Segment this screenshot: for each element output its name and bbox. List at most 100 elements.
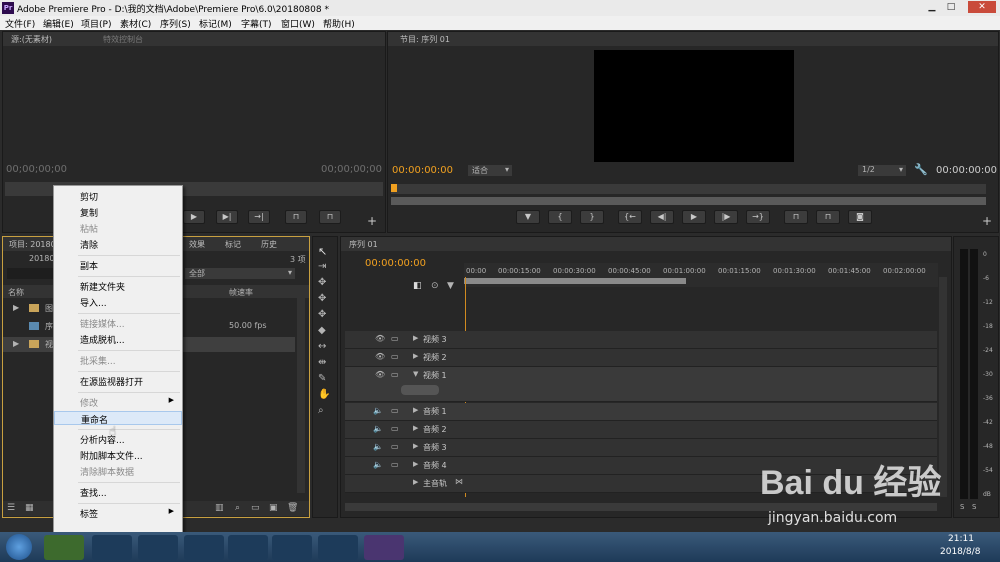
track-video-1[interactable]: 👁 ▭ ▼ 视频 1 [345,367,937,402]
filter-dropdown[interactable]: 全部 ▾ [185,268,295,279]
lock-icon[interactable]: ▭ [391,370,399,379]
taskbar-folder-icon[interactable] [228,535,268,560]
start-button[interactable] [6,534,32,560]
context-menu-item[interactable]: 副本 [54,258,182,272]
tab-source[interactable]: 源:(无素材) [11,34,52,45]
pen-icon[interactable]: ✎ [318,373,326,384]
taskbar-firefox-icon[interactable] [184,535,224,560]
selection-tool-icon[interactable]: ↖ [318,245,327,258]
speaker-icon[interactable]: 🔈 [373,406,383,415]
tab-effect-controls[interactable]: 特效控制台 [103,34,143,45]
lock-icon[interactable]: ▭ [391,352,399,361]
context-menu-item[interactable]: 清除脚本数据 [54,464,182,478]
add-button-icon[interactable]: + [982,214,992,228]
collapse-arrow-icon[interactable]: ▼ [413,370,418,378]
eye-icon[interactable]: 👁 [375,352,385,361]
taskbar-app-icon[interactable] [272,535,312,560]
context-menu-item[interactable]: 链接媒体... [54,316,182,330]
context-menu-item[interactable]: 复制 [54,205,182,219]
play-icon[interactable]: ▶ [682,210,706,224]
menu-help[interactable]: 帮助(H) [323,17,355,30]
menu-clip[interactable]: 素材(C) [120,17,151,30]
tab-project[interactable]: 项目: 20180 [9,239,56,250]
go-to-out-icon[interactable]: →| [248,210,270,224]
razor-icon[interactable]: ◆ [318,325,326,336]
lift-icon[interactable]: ⊓ [784,210,808,224]
expand-arrow-icon[interactable]: ▶ [413,478,418,486]
new-bin-icon[interactable]: ▭ [251,503,260,513]
taskbar-media-icon[interactable] [138,535,178,560]
extract-icon[interactable]: ⊓ [816,210,840,224]
rolling-edit-icon[interactable]: ✥ [318,293,326,304]
lock-icon[interactable]: ▭ [391,442,399,451]
slide-icon[interactable]: ⇹ [318,357,326,368]
solo-right-button[interactable]: S [972,503,976,511]
list-view-icon[interactable]: ☰ [7,503,15,513]
add-marker-icon[interactable]: ▼ [447,281,454,291]
expand-arrow-icon[interactable]: ▶ [413,442,418,450]
context-menu-item[interactable]: 标签 ▶ [54,506,182,520]
lock-icon[interactable]: ▭ [391,424,399,433]
solo-left-button[interactable]: S [960,503,964,511]
lock-icon[interactable]: ▭ [391,406,399,415]
marker-icon[interactable]: ⊙ [431,281,439,291]
menu-project[interactable]: 项目(P) [81,17,111,30]
context-menu-item[interactable]: 导入... [54,295,182,309]
context-menu-item[interactable]: 重命名 [54,411,182,426]
speaker-icon[interactable]: 🔈 [373,442,383,451]
expand-arrow-icon[interactable]: ▶ [413,406,418,414]
context-menu-item[interactable]: 清除 [54,237,182,251]
track-video-3[interactable]: 👁 ▭ ▶ 视频 3 [345,331,937,349]
column-name[interactable]: 名称 [8,287,24,298]
menu-file[interactable]: 文件(F) [5,17,35,30]
program-timecode-left[interactable]: 00:00:00:00 [392,165,453,176]
tab-sequence[interactable]: 序列 01 [349,239,378,250]
fit-dropdown[interactable]: 适合 ▾ [468,165,512,176]
expand-arrow-icon[interactable]: ▶ [413,352,418,360]
lock-icon[interactable]: ▭ [391,460,399,469]
context-menu-item[interactable]: 修改 ▶ [54,395,182,409]
track-audio-2[interactable]: 🔈 ▭ ▶ 音频 2 [345,421,937,439]
expand-arrow-icon[interactable]: ▶ [413,460,418,468]
wrench-icon[interactable]: 🔧 [914,163,928,176]
add-button-icon[interactable]: + [367,214,377,228]
snap-icon[interactable]: ◧ [413,281,422,291]
insert-icon[interactable]: ⊓ [285,210,307,224]
overlay-icon[interactable]: ⊓ [319,210,341,224]
timeline-timecode[interactable]: 00:00:00:00 [365,258,426,269]
mark-in-icon[interactable]: { [548,210,572,224]
playhead-marker[interactable] [391,184,397,192]
context-menu-item[interactable]: 附加脚本文件... [54,448,182,462]
rate-stretch-icon[interactable]: ✥ [318,309,326,320]
find-icon[interactable]: ⌕ [235,503,240,513]
track-video-2[interactable]: 👁 ▭ ▶ 视频 2 [345,349,937,367]
tab-markers[interactable]: 标记 [225,239,241,250]
taskbar-premiere-icon[interactable] [364,535,404,560]
expand-arrow-icon[interactable]: ▶ [13,339,19,348]
resolution-dropdown[interactable]: 1/2 ▾ [858,165,906,176]
taskbar-record-icon[interactable] [318,535,358,560]
expand-arrow-icon[interactable]: ▶ [413,334,418,342]
context-menu-item[interactable]: 查找... [54,485,182,499]
eye-icon[interactable]: 👁 [375,370,385,379]
close-button[interactable]: ✕ [968,1,996,13]
expand-arrow-icon[interactable]: ▶ [413,424,418,432]
go-to-in-icon[interactable]: {← [618,210,642,224]
minimize-button[interactable]: ▁ [925,1,939,13]
context-menu-item[interactable]: 批采集... [54,353,182,367]
taskbar-qq-icon[interactable] [92,535,132,560]
lock-icon[interactable]: ▭ [391,334,399,343]
search-input[interactable] [7,268,57,279]
marker-icon[interactable]: ▼ [516,210,540,224]
context-menu-item[interactable]: 在源监视器打开 [54,374,182,388]
hand-icon[interactable]: ✋ [318,389,330,400]
program-time-ruler[interactable] [391,184,986,194]
context-menu-item[interactable]: 造成脱机... [54,332,182,346]
slip-icon[interactable]: ↔ [318,341,326,352]
mark-out-icon[interactable]: } [580,210,604,224]
speaker-icon[interactable]: 🔈 [373,460,383,469]
play-icon[interactable]: ▶ [183,210,205,224]
tab-history[interactable]: 历史 [261,239,277,250]
menu-marker[interactable]: 标记(M) [199,17,232,30]
keyframe-control[interactable] [401,385,439,395]
